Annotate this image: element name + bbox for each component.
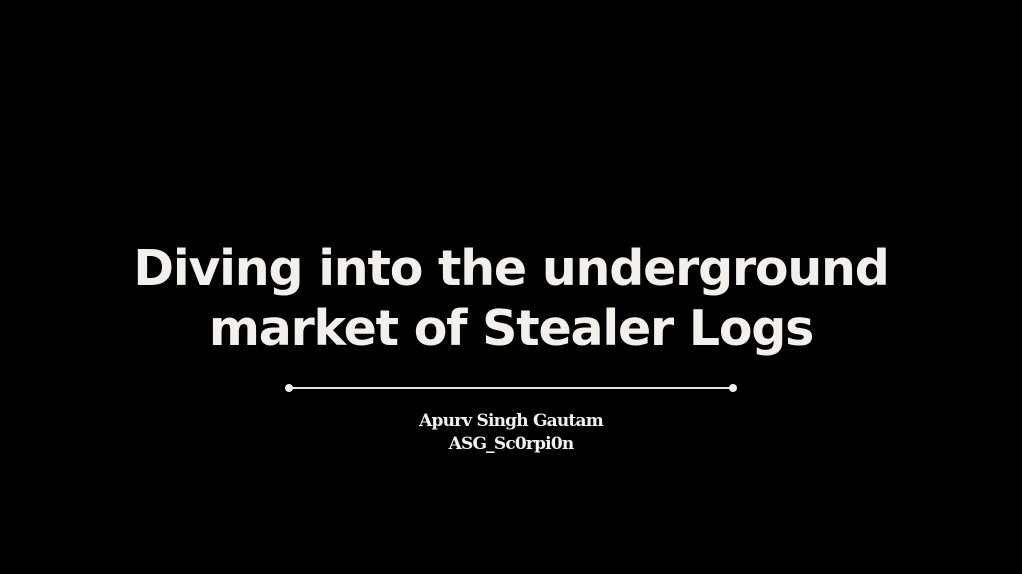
divider-right-dot (729, 383, 737, 392)
slide-title-line-2: market of Stealer Logs (208, 299, 815, 357)
title-slide: Diving into the underground market of St… (0, 0, 1022, 574)
slide-title-line-1: Diving into the underground (133, 239, 889, 297)
title-divider (285, 383, 737, 393)
author-name: Apurv Singh Gautam (419, 411, 604, 431)
divider-line (289, 387, 733, 389)
divider-left-dot (285, 383, 293, 392)
author-block: Apurv Singh Gautam ASG_Sc0rpi0n (0, 410, 1022, 456)
slide-title: Diving into the underground market of St… (0, 239, 1022, 359)
author-handle: ASG_Sc0rpi0n (448, 434, 575, 454)
